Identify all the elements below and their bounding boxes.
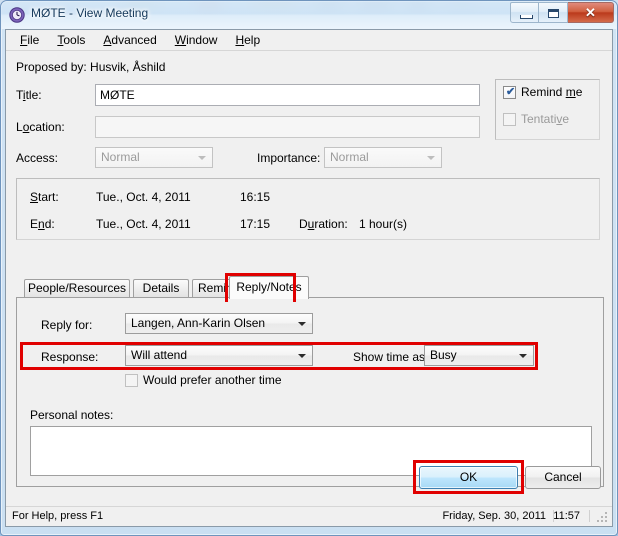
- status-bar: For Help, press F1 Friday, Sep. 30, 2011…: [6, 506, 612, 526]
- end-date: Tue., Oct. 4, 2011: [96, 217, 191, 231]
- clock-icon: [9, 7, 25, 23]
- chevron-down-icon: [298, 353, 306, 358]
- maximize-icon: [548, 9, 559, 18]
- menu-help[interactable]: Help: [226, 31, 269, 49]
- importance-label: Importance:: [257, 151, 321, 165]
- location-input[interactable]: [95, 116, 480, 138]
- cancel-button[interactable]: Cancel: [525, 466, 601, 489]
- proposed-by-label: Proposed by: Husvik, Åshild: [16, 60, 166, 74]
- response-dropdown[interactable]: Will attend: [125, 345, 313, 366]
- menu-window[interactable]: Window: [166, 31, 227, 49]
- end-time: 17:15: [240, 217, 271, 231]
- minimize-button[interactable]: [510, 2, 539, 23]
- menu-file[interactable]: File: [11, 31, 48, 49]
- resize-grip[interactable]: [597, 512, 609, 524]
- start-date: Tue., Oct. 4, 2011: [96, 190, 191, 204]
- minimize-icon: [520, 15, 533, 19]
- reply-for-label: Reply for:: [41, 318, 93, 332]
- remind-me-checkbox[interactable]: ✔ Remind me: [503, 85, 582, 99]
- window-controls: ✕: [510, 2, 614, 23]
- close-icon: ✕: [585, 5, 596, 20]
- response-label: Response:: [41, 350, 99, 364]
- prefer-another-time-label: Would prefer another time: [143, 373, 282, 387]
- status-help-text: For Help, press F1: [12, 510, 104, 522]
- tab-people-resources[interactable]: People/Resources: [24, 279, 130, 298]
- reply-for-dropdown[interactable]: Langen, Ann-Karin Olsen: [125, 313, 313, 334]
- chevron-down-icon: [519, 353, 527, 358]
- reply-for-value: Langen, Ann-Karin Olsen: [131, 316, 266, 330]
- show-time-as-label: Show time as:: [353, 350, 429, 364]
- status-time: 11:57: [553, 510, 590, 522]
- tab-strip: People/Resources Details Reminders Reply…: [16, 276, 604, 299]
- importance-value: Normal: [330, 150, 369, 164]
- checkbox-box: [503, 112, 516, 126]
- ok-button[interactable]: OK: [419, 466, 518, 489]
- access-value: Normal: [101, 150, 140, 164]
- remind-me-label: Remind me: [521, 85, 583, 99]
- menu-bar: File Tools Advanced Window Help: [6, 30, 612, 51]
- start-label: Start:: [30, 190, 59, 204]
- show-time-as-value: Busy: [430, 348, 457, 362]
- view-meeting-window: MØTE - View Meeting ✕ File Tools Advance…: [0, 0, 618, 536]
- checkbox-box: ✔: [503, 85, 516, 99]
- status-date: Friday, Sep. 30, 2011: [442, 510, 554, 522]
- access-dropdown[interactable]: Normal: [95, 147, 213, 168]
- importance-dropdown[interactable]: Normal: [324, 147, 442, 168]
- title-input[interactable]: MØTE: [95, 84, 480, 106]
- close-button[interactable]: ✕: [568, 2, 614, 23]
- chevron-down-icon: [298, 321, 306, 326]
- maximize-button[interactable]: [539, 2, 568, 23]
- chevron-down-icon: [427, 155, 435, 160]
- check-icon: ✔: [506, 85, 516, 98]
- show-time-as-dropdown[interactable]: Busy: [424, 345, 534, 366]
- tentative-checkbox[interactable]: Tentative: [503, 112, 569, 126]
- meeting-form-panel: Proposed by: Husvik, Åshild Title: MØTE …: [6, 51, 612, 506]
- title-bar[interactable]: MØTE - View Meeting ✕: [1, 1, 617, 29]
- duration-value: 1 hour(s): [359, 217, 408, 231]
- title-field-label: Title:: [16, 88, 42, 102]
- window-client-area: File Tools Advanced Window Help Proposed…: [5, 29, 613, 527]
- tentative-label: Tentative: [521, 112, 570, 126]
- window-title: MØTE - View Meeting: [31, 6, 149, 20]
- location-field-label: Location:: [16, 120, 65, 134]
- reply-notes-tab-panel: Reply for: Langen, Ann-Karin Olsen Respo…: [16, 297, 604, 487]
- start-time: 16:15: [240, 190, 271, 204]
- access-label: Access:: [16, 151, 59, 165]
- duration-label: Duration:: [299, 217, 348, 231]
- chevron-down-icon: [198, 155, 206, 160]
- tab-details[interactable]: Details: [133, 279, 189, 298]
- end-label: End:: [30, 217, 55, 231]
- menu-tools[interactable]: Tools: [48, 31, 94, 49]
- checkbox-box: [125, 373, 138, 387]
- personal-notes-label: Personal notes:: [30, 408, 114, 422]
- response-value: Will attend: [131, 348, 188, 362]
- tab-reply-notes[interactable]: Reply/Notes: [229, 276, 309, 299]
- menu-advanced[interactable]: Advanced: [94, 31, 165, 49]
- prefer-another-time-checkbox[interactable]: Would prefer another time: [125, 373, 282, 387]
